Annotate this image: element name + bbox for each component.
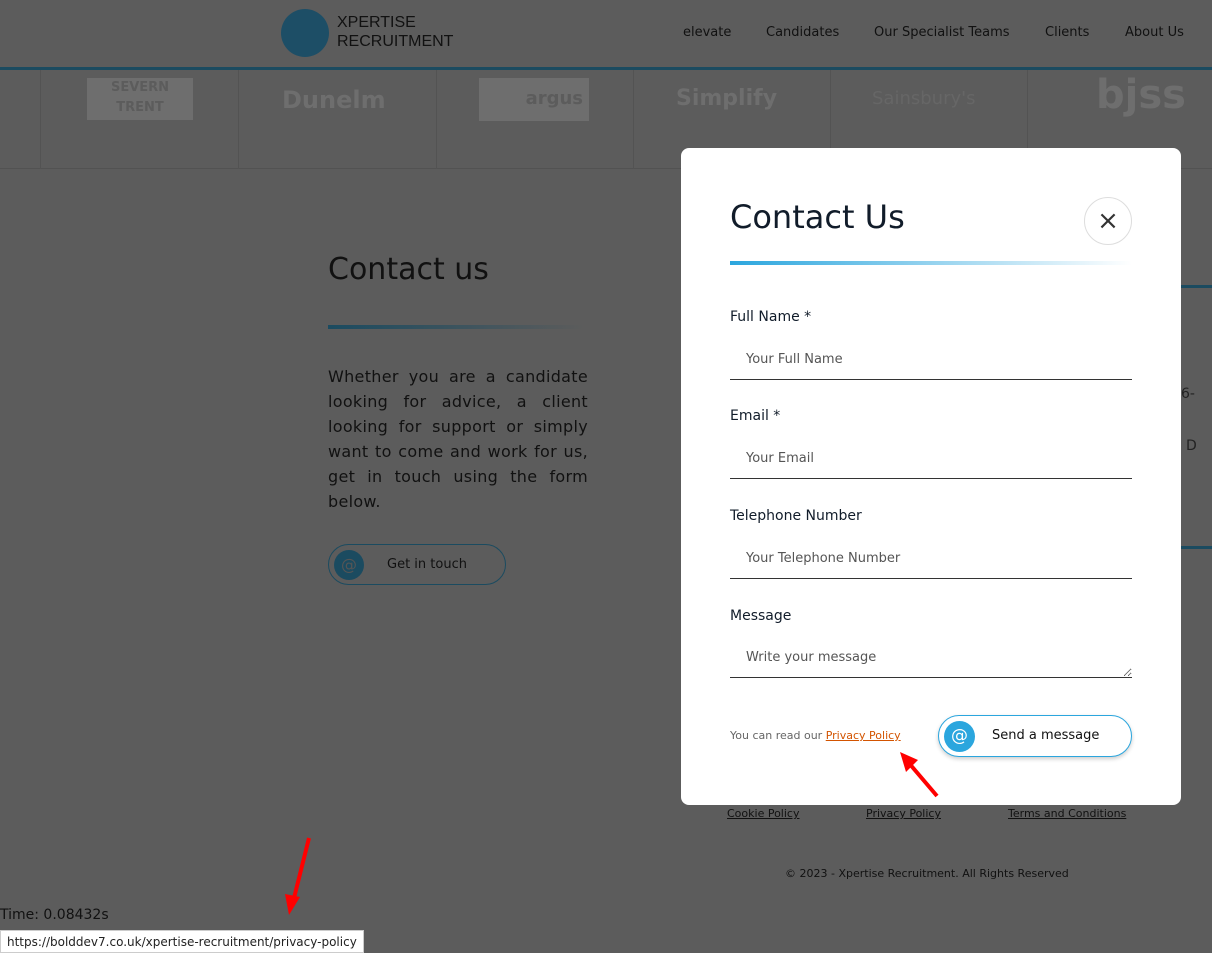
logo-bjss: bjss — [1096, 72, 1186, 118]
contact-modal: Contact Us × Full Name * Email * Telepho… — [681, 148, 1181, 805]
privacy-prefix: You can read our — [730, 729, 823, 742]
telephone-label: Telephone Number — [730, 508, 862, 524]
get-in-touch-label: Get in touch — [387, 557, 467, 572]
send-message-label: Send a message — [992, 728, 1100, 743]
nav-about-us[interactable]: About Us — [1125, 25, 1184, 40]
status-bar-url: https://bolddev7.co.uk/xpertise-recruitm… — [0, 930, 364, 953]
logo-simplify: Simplify — [676, 86, 778, 111]
nav-specialist-teams[interactable]: Our Specialist Teams — [874, 25, 1010, 40]
divider — [436, 70, 437, 169]
site-header: XPERTISE RECRUITMENT elevate Candidates O… — [0, 0, 1212, 68]
send-message-button[interactable]: @ Send a message — [938, 715, 1132, 757]
message-textarea[interactable] — [730, 638, 1132, 678]
nav-candidates[interactable]: Candidates — [766, 25, 839, 40]
red-arrow-icon — [285, 837, 311, 915]
email-input[interactable] — [730, 439, 1132, 479]
at-icon: @ — [334, 550, 364, 580]
footer-terms[interactable]: Terms and Conditions — [1008, 807, 1126, 820]
logo-sainsburys: Sainsbury's — [872, 88, 976, 109]
side-bar — [1181, 546, 1212, 549]
logo-argus: argus — [479, 78, 589, 121]
full-name-label: Full Name * — [730, 309, 812, 325]
title-underline — [328, 325, 584, 329]
telephone-input[interactable] — [730, 539, 1132, 579]
message-label: Message — [730, 608, 792, 624]
footer-privacy-policy[interactable]: Privacy Policy — [866, 807, 941, 820]
contact-intro: Whether you are a candidate looking for … — [328, 367, 588, 511]
divider — [633, 70, 634, 169]
logo-severn-trent: SEVERN TRENT — [87, 78, 193, 120]
logo-icon[interactable] — [281, 9, 329, 57]
side-text-fragment: D — [1186, 438, 1197, 454]
close-icon[interactable]: × — [1084, 197, 1132, 245]
privacy-policy-link[interactable]: Privacy Policy — [826, 729, 901, 742]
nav-clients[interactable]: Clients — [1045, 25, 1089, 40]
footer-cookie-policy[interactable]: Cookie Policy — [727, 807, 799, 820]
contact-title: Contact us — [328, 252, 489, 287]
full-name-input[interactable] — [730, 340, 1132, 380]
divider — [40, 70, 41, 169]
get-in-touch-button[interactable]: @ Get in touch — [328, 544, 506, 585]
divider — [238, 70, 239, 169]
privacy-note: You can read our Privacy Policy — [730, 729, 901, 742]
copyright: © 2023 - Xpertise Recruitment. All Right… — [785, 867, 1069, 880]
side-text-fragment: 6- — [1181, 386, 1195, 402]
debug-timer: Time: 0.08432s — [0, 907, 109, 923]
logo-text[interactable]: XPERTISE RECRUITMENT — [337, 13, 453, 51]
nav-elevate[interactable]: elevate — [683, 25, 731, 40]
side-bar — [1181, 285, 1212, 288]
modal-title: Contact Us — [730, 198, 905, 236]
email-label: Email * — [730, 408, 781, 424]
logo-dunelm: Dunelm — [282, 86, 386, 114]
at-icon: @ — [944, 721, 975, 752]
modal-title-underline — [730, 261, 1132, 265]
